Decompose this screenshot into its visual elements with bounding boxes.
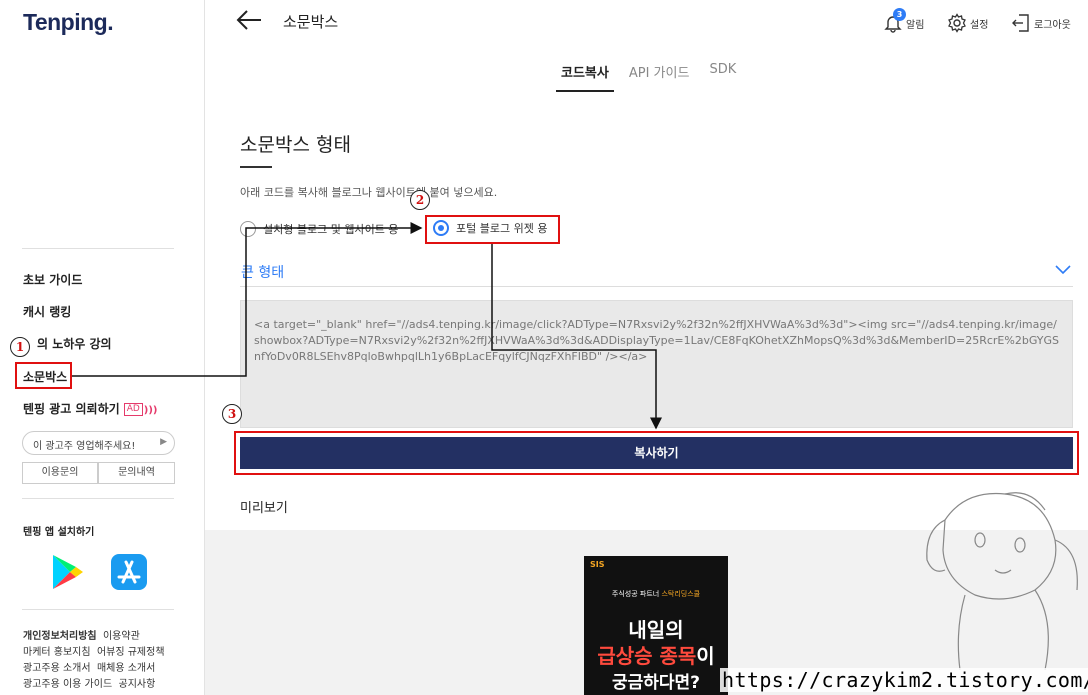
annotation-number-3: 3 bbox=[222, 404, 242, 424]
annotation-arrows bbox=[72, 222, 662, 430]
blog-watermark: https://crazykim2.tistory.com/ bbox=[720, 668, 1088, 692]
annotation-number-1: 1 bbox=[10, 337, 30, 357]
annotation-number-2: 2 bbox=[410, 190, 430, 210]
